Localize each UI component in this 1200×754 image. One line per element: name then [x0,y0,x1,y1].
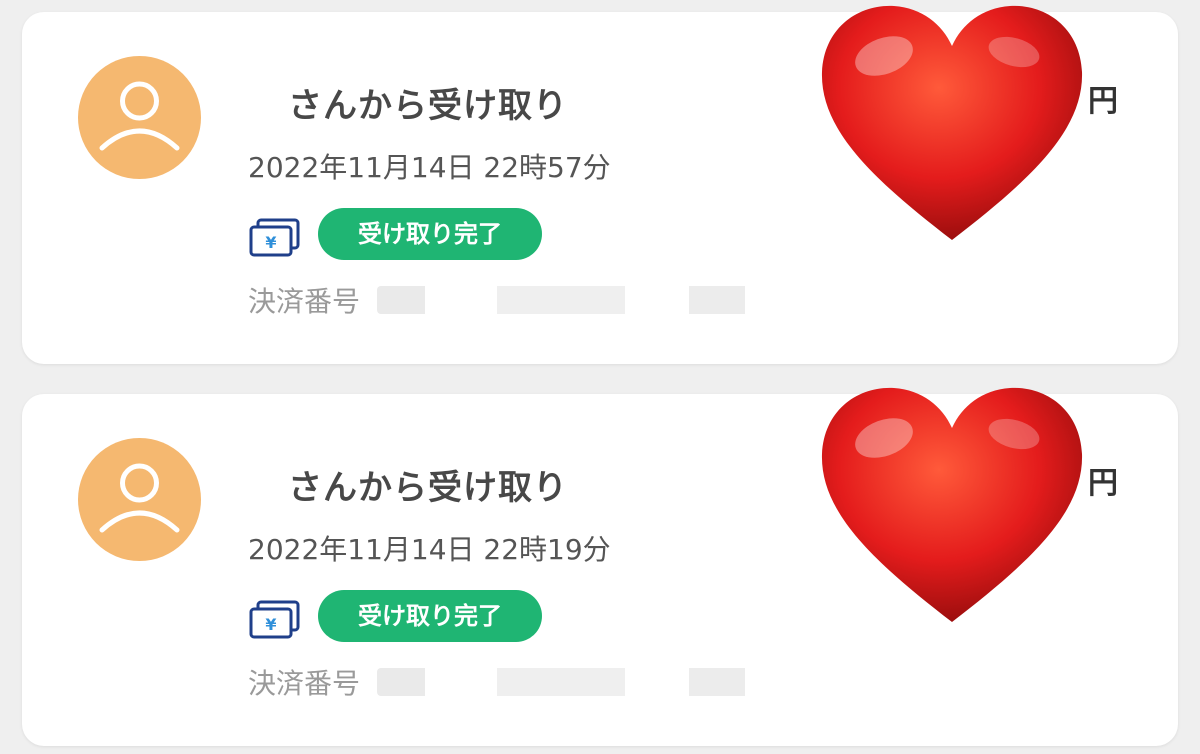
payment-number-masked [377,286,778,314]
payment-number-row: 決済番号 [248,662,778,702]
avatar [78,438,201,561]
payment-number-masked [377,668,778,696]
svg-text:¥: ¥ [265,233,276,252]
yen-banknote-icon: ¥ [249,218,300,257]
transaction-card[interactable]: さんから受け取り 2022年11月14日 22時19分 ¥ 受け取り完了 決済番… [22,387,1178,746]
transaction-datetime: 2022年11月14日 22時19分 [248,533,611,566]
amount-currency: 円 [1088,84,1118,119]
status-badge: 受け取り完了 [318,208,542,260]
transaction-card[interactable]: さんから受け取り 2022年11月14日 22時57分 ¥ 受け取り完了 決済番… [22,5,1178,364]
person-icon [99,463,180,533]
payment-number-row: 決済番号 [248,280,778,320]
yen-banknote-icon: ¥ [249,600,300,639]
avatar [78,56,201,179]
payment-number-label: 決済番号 [248,285,361,318]
person-icon [99,81,180,151]
payment-number-label: 決済番号 [248,667,361,700]
heart-icon [821,387,1083,622]
heart-icon [821,5,1083,240]
status-badge: 受け取り完了 [318,590,542,642]
transaction-title: さんから受け取り [288,468,568,508]
transaction-title: さんから受け取り [288,86,568,126]
svg-text:¥: ¥ [265,615,276,634]
transaction-datetime: 2022年11月14日 22時57分 [248,151,611,184]
amount-currency: 円 [1088,466,1118,501]
